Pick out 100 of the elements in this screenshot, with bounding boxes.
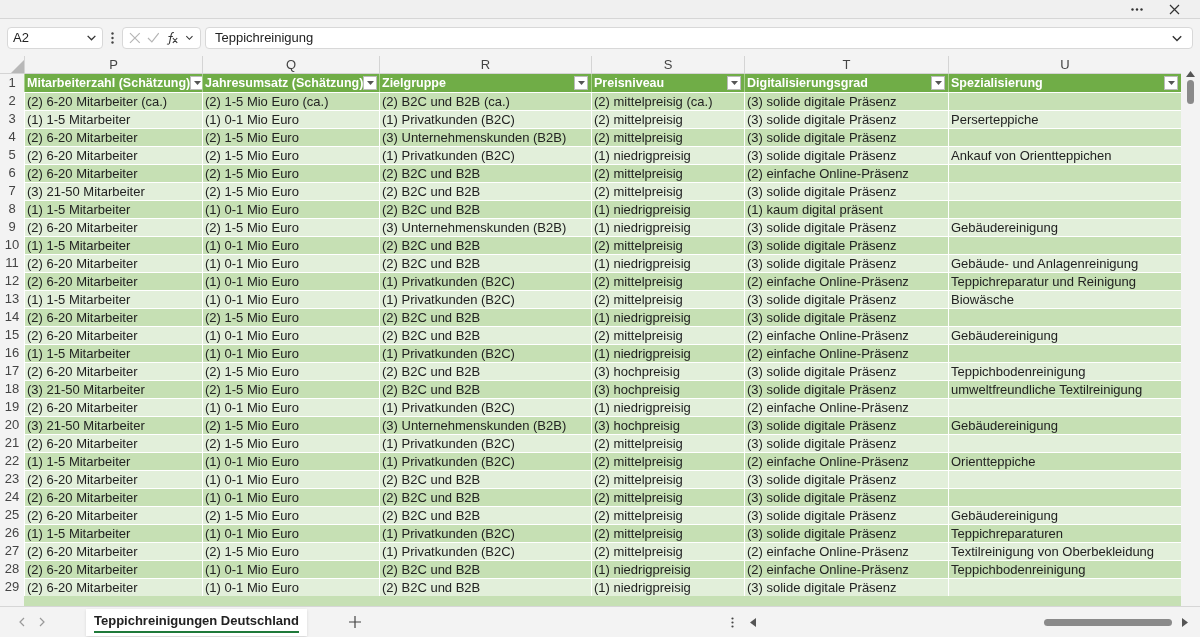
table-cell: Gebäudereinigung [948, 506, 1181, 524]
table-cell: (1) 1-5 Mitarbeiter [24, 290, 202, 308]
table-cell: (2) mittelpreisig [591, 128, 744, 146]
row-number[interactable]: 16 [4, 343, 20, 363]
caret-icon [730, 81, 738, 85]
scrollbar-thumb[interactable] [1044, 618, 1172, 626]
check-icon[interactable] [146, 31, 160, 44]
sheet-tab[interactable]: Teppichreinigungen Deutschland [86, 608, 307, 636]
column-letter[interactable]: U [1060, 56, 1070, 75]
table-cell: (1) 1-5 Mitarbeiter [24, 344, 202, 362]
row-number[interactable]: 21 [4, 433, 20, 453]
table-cell: (3) Unternehmenskunden (B2B) [379, 416, 591, 434]
table-cell: (2) mittelpreisig [591, 290, 744, 308]
row-number[interactable]: 12 [4, 271, 20, 291]
row-number[interactable]: 29 [4, 577, 20, 597]
row-number[interactable]: 2 [8, 91, 16, 111]
row-number[interactable]: 4 [8, 127, 16, 147]
table-cell: (1) Privatkunden (B2C) [379, 524, 591, 542]
table-cell: (2) B2C und B2B [379, 362, 591, 380]
table-cell: (1) 0-1 Mio Euro [202, 470, 379, 488]
table-cell: (1) Privatkunden (B2C) [379, 110, 591, 128]
row-number[interactable]: 24 [4, 487, 20, 507]
column-header: Digitalisierungsgrad [747, 74, 868, 92]
filter-button[interactable] [190, 76, 202, 90]
row-number[interactable]: 28 [4, 559, 20, 579]
column-header: Zielgruppe [382, 74, 446, 92]
table-cell: (2) B2C und B2B [379, 380, 591, 398]
function-icon[interactable] [165, 30, 180, 45]
table-cell: umweltfreundliche Textilreinigung [948, 380, 1181, 398]
row-number[interactable]: 6 [8, 163, 16, 183]
table-cell: (1) niedrigpreisig [591, 578, 744, 596]
add-sheet-button[interactable] [346, 614, 363, 630]
table-cell: (3) 21-50 Mitarbeiter [24, 380, 202, 398]
table-cell: (3) solide digitale Präsenz [744, 254, 948, 272]
table-cell: (2) 6-20 Mitarbeiter (ca.) [24, 92, 202, 110]
row-number[interactable]: 14 [4, 307, 20, 327]
table-cell: (2) 6-20 Mitarbeiter [24, 308, 202, 326]
table-cell: Textilreinigung von Oberbekleidung [948, 542, 1181, 560]
more-vertical-icon[interactable] [111, 31, 114, 44]
scrollbar-thumb[interactable] [1187, 80, 1194, 104]
scroll-up-button[interactable] [1186, 70, 1195, 77]
row-number[interactable]: 17 [4, 361, 20, 381]
row-number[interactable]: 20 [4, 415, 20, 435]
filter-button[interactable] [363, 76, 378, 90]
table-cell: (2) einfache Online-Präsenz [744, 398, 948, 416]
column-letter[interactable]: T [842, 56, 851, 75]
close-button[interactable] [1168, 3, 1180, 15]
table-cell: (2) 6-20 Mitarbeiter [24, 542, 202, 560]
row-number[interactable]: 23 [4, 469, 20, 489]
table-cell: (2) B2C und B2B [379, 254, 591, 272]
column-letter[interactable]: R [480, 56, 491, 75]
row-number[interactable]: 9 [8, 217, 16, 237]
table-cell: (2) mittelpreisig [591, 326, 744, 344]
column-letter[interactable]: S [663, 56, 673, 75]
table-cell: (1) 0-1 Mio Euro [202, 236, 379, 254]
table-cell: (3) solide digitale Präsenz [744, 380, 948, 398]
row-number[interactable]: 7 [8, 181, 16, 201]
filter-button[interactable] [727, 76, 741, 90]
row-number[interactable]: 19 [4, 397, 20, 417]
table-cell: (2) 1-5 Mio Euro [202, 164, 379, 182]
plus-icon [348, 616, 361, 628]
filter-button[interactable] [1164, 76, 1178, 90]
table-cell: (2) mittelpreisig [591, 542, 744, 560]
row-number[interactable]: 10 [4, 235, 20, 255]
table-cell: (2) B2C und B2B [379, 560, 591, 578]
table-cell: Teppichbodenreinigung [948, 362, 1181, 380]
table-cell: (1) niedrigpreisig [591, 254, 744, 272]
triangle-right-icon[interactable] [1182, 617, 1188, 627]
chevron-left-icon[interactable] [18, 617, 25, 627]
more-vertical-icon[interactable] [731, 616, 734, 628]
column-letter[interactable]: P [109, 56, 118, 75]
triangle-left-icon[interactable] [750, 617, 756, 627]
filter-button[interactable] [931, 76, 945, 90]
row-number[interactable]: 5 [8, 145, 16, 165]
column-letter[interactable]: Q [285, 56, 297, 75]
table-cell: (1) niedrigpreisig [591, 200, 744, 218]
table-cell: (2) mittelpreisig [591, 434, 744, 452]
table-cell: (2) einfache Online-Präsenz [744, 272, 948, 290]
chevron-right-icon[interactable] [39, 617, 46, 627]
row-number[interactable]: 25 [4, 505, 20, 525]
table-cell: (1) 0-1 Mio Euro [202, 578, 379, 596]
table-cell: (2) B2C und B2B [379, 308, 591, 326]
row-number[interactable]: 15 [4, 325, 20, 345]
formula-field[interactable]: Teppichreinigung [205, 26, 1193, 49]
table-cell: (2) 6-20 Mitarbeiter [24, 146, 202, 164]
table-cell: (1) 0-1 Mio Euro [202, 326, 379, 344]
table-cell: Teppichbodenreinigung [948, 560, 1181, 578]
table-cell: (2) einfache Online-Präsenz [744, 326, 948, 344]
row-number[interactable]: 22 [4, 451, 20, 471]
row-number[interactable]: 13 [4, 289, 20, 309]
row-number[interactable]: 26 [4, 523, 20, 543]
row-number[interactable]: 1 [8, 73, 16, 93]
row-number[interactable]: 8 [8, 199, 16, 219]
row-number[interactable]: 18 [4, 379, 20, 399]
name-box[interactable]: A2 [7, 26, 103, 49]
table-cell: Biowäsche [948, 290, 1181, 308]
row-number[interactable]: 3 [8, 109, 16, 129]
filter-button[interactable] [574, 76, 588, 90]
row-number[interactable]: 11 [5, 253, 19, 273]
row-number[interactable]: 27 [4, 541, 20, 561]
